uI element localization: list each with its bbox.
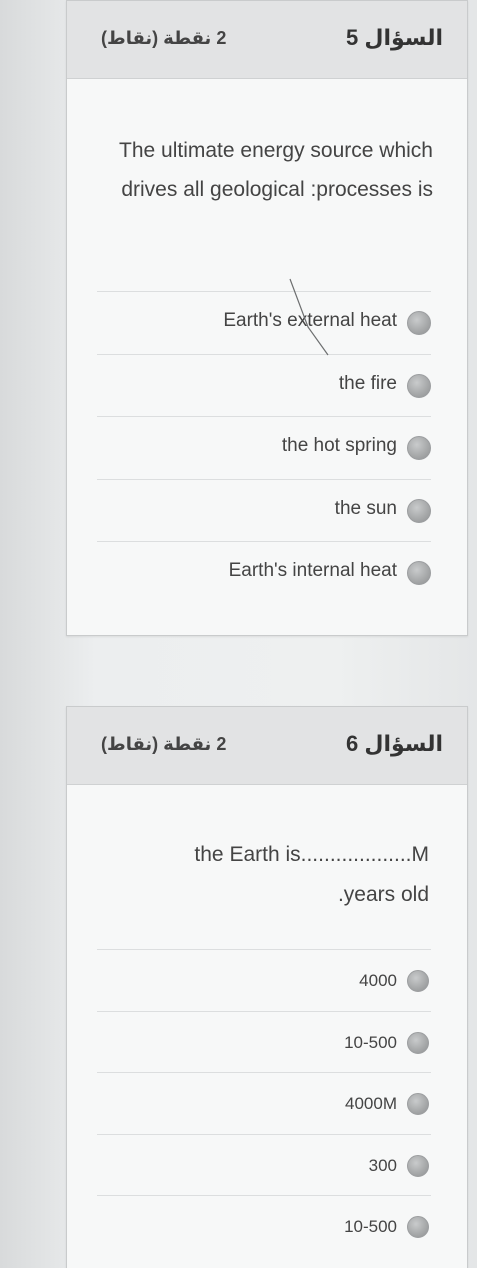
answer-label: 10-500 bbox=[344, 1217, 397, 1236]
radio-button[interactable] bbox=[407, 1093, 429, 1115]
radio-button[interactable] bbox=[407, 311, 431, 335]
radio-button[interactable] bbox=[407, 561, 431, 585]
radio-button[interactable] bbox=[407, 373, 431, 398]
answer-option[interactable]: the fire bbox=[97, 353, 431, 417]
question-card-6: السؤال 6 2 نقطة (نقاط) the Earth is.....… bbox=[66, 706, 468, 1268]
question-points: 2 نقطة (نقاط) bbox=[101, 734, 227, 754]
answer-label: the fire bbox=[338, 372, 397, 394]
question-number: السؤال 5 bbox=[346, 25, 443, 50]
answer-option[interactable]: the sun bbox=[97, 478, 431, 542]
radio-button[interactable] bbox=[407, 1154, 429, 1177]
answer-label: 4000 bbox=[359, 971, 397, 990]
radio-button[interactable] bbox=[407, 498, 431, 523]
answer-list: Earth's external heat the fire the hot s… bbox=[97, 291, 431, 604]
radio-button[interactable] bbox=[407, 1216, 429, 1238]
radio-button[interactable] bbox=[407, 970, 429, 992]
quiz-page: السؤال 5 2 نقطة (نقاط) The ultimate ener… bbox=[0, 0, 477, 1268]
answer-option[interactable]: Earth's external heat bbox=[97, 291, 431, 354]
radio-button[interactable] bbox=[407, 436, 431, 460]
question-points: 2 نقطة (نقاط) bbox=[101, 28, 227, 48]
answer-label: Earth's internal heat bbox=[228, 560, 397, 581]
question-text: The ultimate energy source which drives … bbox=[119, 139, 433, 201]
answer-label: the hot spring bbox=[281, 435, 397, 456]
answer-label: 10-500 bbox=[344, 1032, 397, 1052]
answer-option[interactable]: 300 bbox=[97, 1133, 431, 1196]
answer-option[interactable]: Earth's internal heat bbox=[97, 541, 431, 604]
question-number: السؤال 6 bbox=[346, 731, 443, 756]
answer-option[interactable]: 10-500 bbox=[97, 1010, 431, 1073]
question-header: السؤال 5 2 نقطة (نقاط) bbox=[67, 1, 467, 79]
answer-label: the sun bbox=[334, 497, 397, 519]
answer-label: 4000M bbox=[345, 1094, 397, 1113]
answer-label: 300 bbox=[368, 1155, 397, 1175]
question-text: the Earth is...................M .years … bbox=[194, 843, 429, 906]
answer-list: 4000 10-500 4000M 300 10-500 bbox=[97, 949, 431, 1257]
answer-option[interactable]: 4000 bbox=[97, 949, 431, 1011]
question-header: السؤال 6 2 نقطة (نقاط) bbox=[67, 707, 467, 785]
answer-option[interactable]: the hot spring bbox=[97, 416, 431, 479]
stray-mark bbox=[289, 278, 329, 356]
answer-option[interactable]: 10-500 bbox=[97, 1195, 431, 1257]
answer-option[interactable]: 4000M bbox=[97, 1072, 431, 1134]
radio-button[interactable] bbox=[407, 1031, 429, 1054]
question-card-5: السؤال 5 2 نقطة (نقاط) The ultimate ener… bbox=[66, 0, 468, 636]
